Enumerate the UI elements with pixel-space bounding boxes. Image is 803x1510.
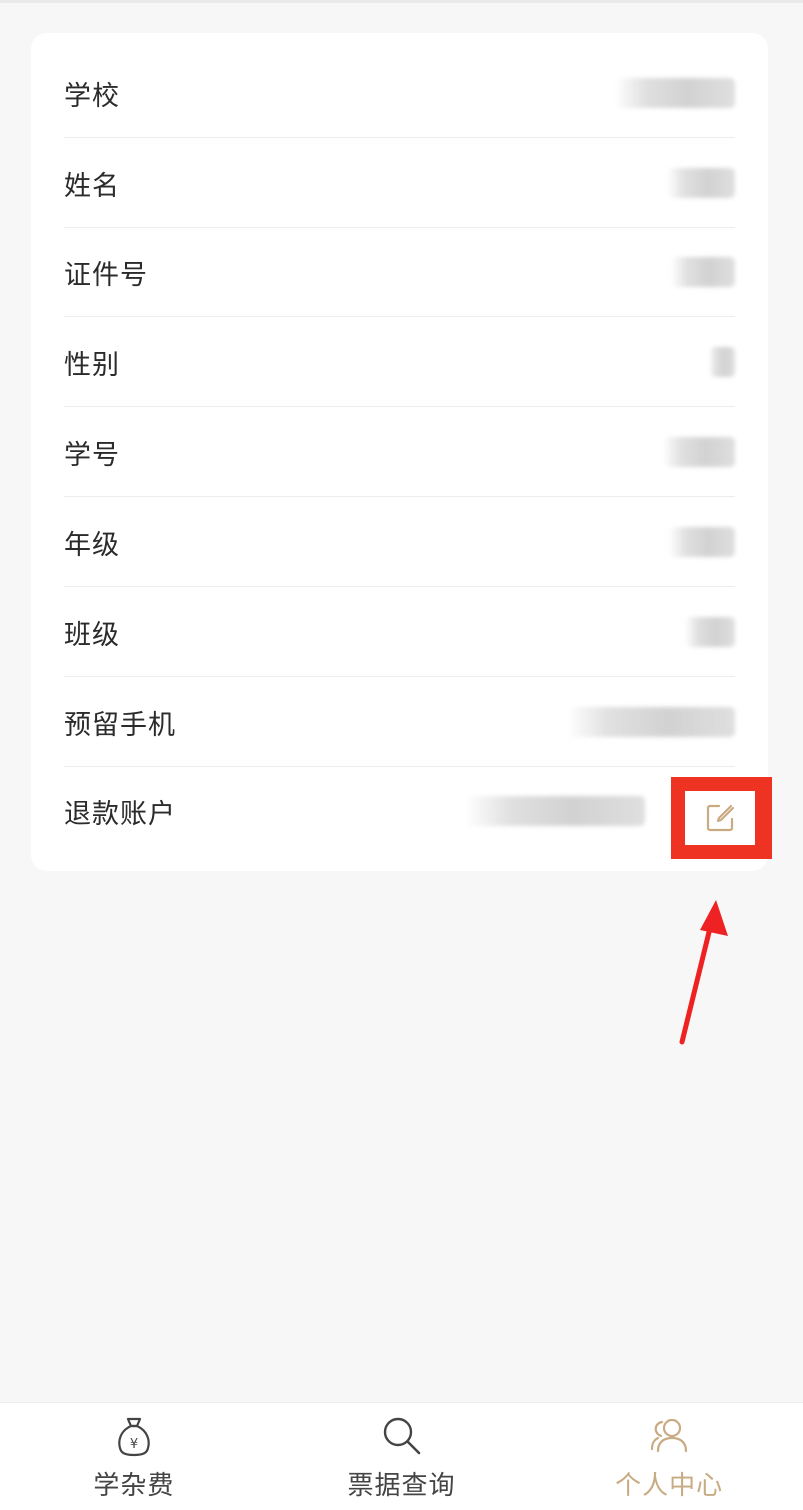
- row-class: 班级: [64, 587, 735, 677]
- row-label: 预留手机: [64, 709, 176, 741]
- top-divider: [0, 0, 803, 3]
- tab-label: 个人中心: [615, 1471, 724, 1501]
- tab-fees[interactable]: ¥ 学杂费: [0, 1403, 268, 1510]
- row-label: 班级: [64, 619, 120, 651]
- row-label: 退款账户: [64, 798, 176, 830]
- profile-card: 学校 姓名 证件号 性别 学号 年级 班级 预留手机 退款账户: [31, 33, 768, 871]
- edit-highlight-box: [671, 777, 772, 859]
- row-label: 学号: [64, 439, 120, 471]
- redacted-value: [663, 437, 735, 467]
- redacted-value: [667, 168, 735, 198]
- row-grade: 年级: [64, 497, 735, 587]
- row-label: 姓名: [64, 170, 120, 202]
- row-label: 年级: [64, 529, 120, 561]
- edit-refund-account-button[interactable]: [685, 791, 755, 845]
- row-name: 姓名: [64, 138, 735, 228]
- redacted-value: [709, 347, 735, 377]
- tab-invoice-query[interactable]: 票据查询: [268, 1403, 536, 1510]
- tab-personal-center[interactable]: 个人中心: [535, 1403, 803, 1510]
- row-phone: 预留手机: [64, 677, 735, 767]
- redacted-value: [669, 527, 735, 557]
- row-school: 学校: [64, 48, 735, 138]
- row-label: 证件号: [64, 259, 148, 291]
- redacted-value: [465, 796, 645, 826]
- redacted-value: [671, 257, 735, 287]
- svg-text:¥: ¥: [130, 1437, 138, 1452]
- row-label: 学校: [64, 80, 120, 112]
- tab-label: 学杂费: [93, 1471, 175, 1501]
- row-refund-account: 退款账户: [64, 766, 735, 856]
- row-label: 性别: [64, 349, 120, 381]
- row-student-id: 学号: [64, 407, 735, 497]
- redacted-value: [685, 617, 735, 647]
- edit-icon: [706, 804, 735, 832]
- bottom-tab-bar: ¥ 学杂费 票据查询 个人中心: [0, 1402, 803, 1510]
- users-icon: [651, 1418, 688, 1453]
- row-gender: 性别: [64, 317, 735, 407]
- money-bag-icon: ¥: [118, 1417, 150, 1457]
- row-id-number: 证件号: [64, 227, 735, 317]
- search-icon: [383, 1417, 420, 1455]
- redacted-value: [615, 78, 735, 108]
- redacted-value: [567, 707, 735, 737]
- tab-label: 票据查询: [347, 1471, 456, 1501]
- pointer-arrow: [679, 900, 728, 1045]
